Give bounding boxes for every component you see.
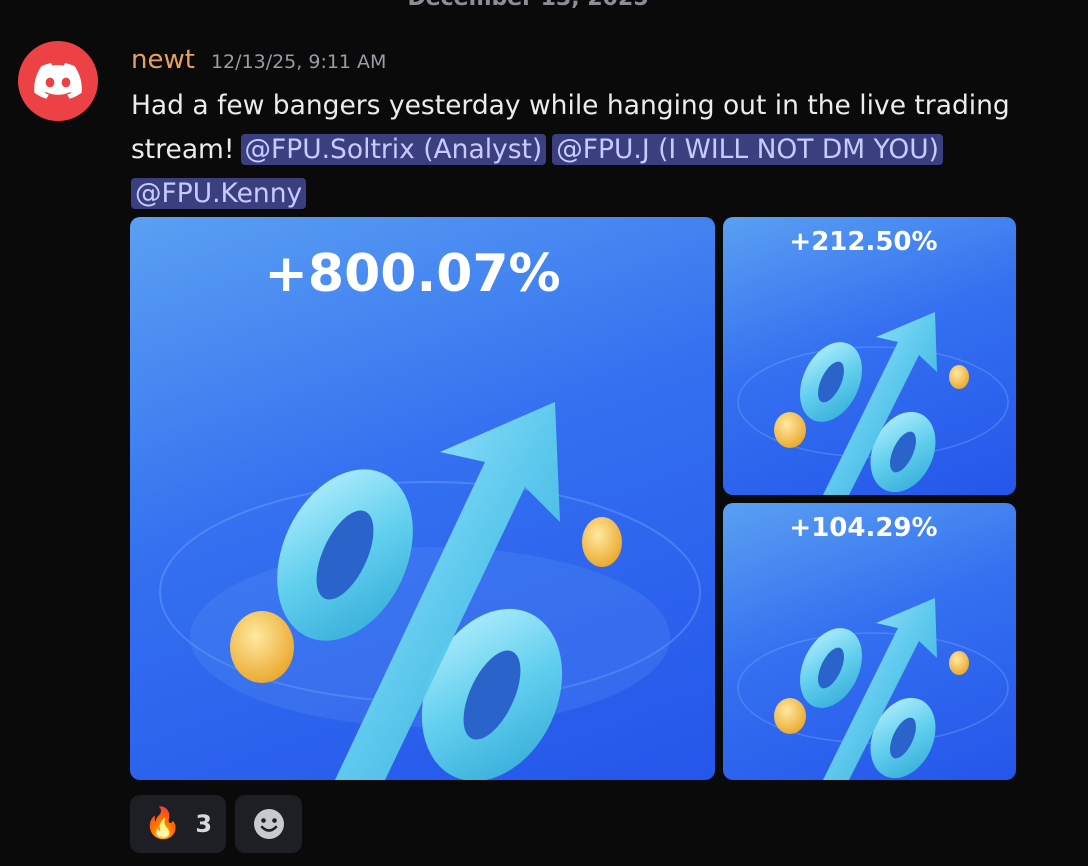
smiley-face-icon [253,809,284,839]
discord-logo-icon [34,63,82,99]
attachment-image-2[interactable]: +212.50% [723,217,1016,495]
gain-label: +104.29% [789,513,938,543]
gain-label: +800.07% [264,244,561,304]
reaction-count: 3 [195,810,213,838]
mention-soltrix[interactable]: @FPU.Soltrix (Analyst) [240,134,547,165]
percent-arrow-image [737,312,1009,495]
reaction-fire[interactable]: 🔥 3 [130,795,227,853]
reaction-bar: 🔥 3 [130,795,303,853]
mention-kenny[interactable]: @FPU.Kenny [131,178,307,209]
date-divider-label: December 13, 2025 [407,0,648,11]
username[interactable]: newt [131,45,195,75]
avatar[interactable] [18,41,98,121]
date-divider: December 13, 2025 [0,0,1088,14]
timestamp[interactable]: 12/13/25, 9:11 AM [211,51,387,73]
message-content: Had a few bangers yesterday while hangin… [131,84,1031,216]
fire-icon: 🔥 [144,806,182,841]
gain-label: +212.50% [789,227,938,257]
percent-arrow-image [737,598,1009,780]
message-header: newt 12/13/25, 9:11 AM [131,45,386,79]
add-reaction-button[interactable] [235,795,303,853]
attachment-image-3[interactable]: +104.29% [723,503,1016,780]
mention-fpu-j[interactable]: @FPU.J (I WILL NOT DM YOU) [552,134,943,165]
attachment-image-1[interactable]: +800.07% [130,217,715,780]
